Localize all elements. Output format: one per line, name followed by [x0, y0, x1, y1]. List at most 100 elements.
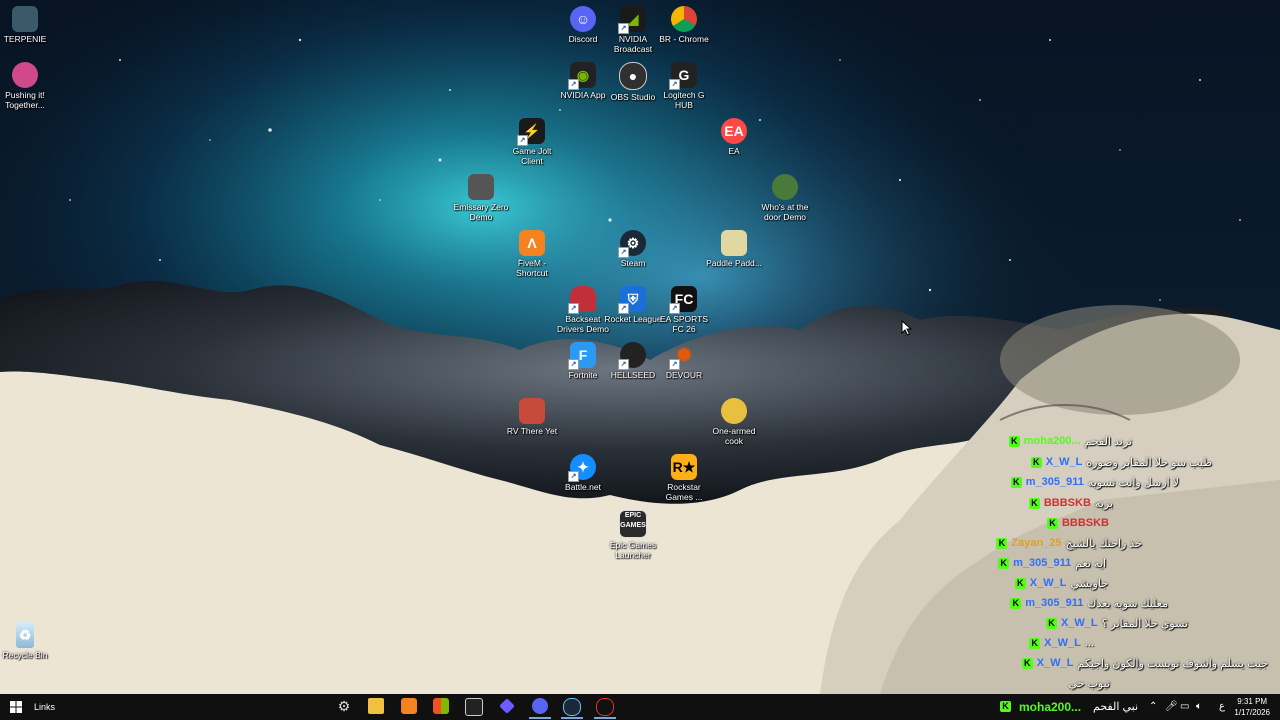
kick-badge-icon: K: [1014, 577, 1026, 589]
desktop-icon-epic-games[interactable]: EPIC GAMES Epic Games Launcher: [603, 510, 663, 560]
desktop-icon-pushing-it-together[interactable]: Pushing it! Together...: [0, 62, 55, 110]
taskbar-file-explorer-button[interactable]: [365, 697, 387, 719]
app-icon: [499, 698, 515, 714]
desktop-icon-terpenie[interactable]: TERPENIE: [0, 6, 55, 44]
nvidia-broadcast-icon: ◢ ↗: [618, 6, 646, 34]
chat-text: ترند الفحم: [1084, 435, 1132, 448]
desktop-icon-paddle-paddle[interactable]: Paddle Padd...: [704, 230, 764, 268]
shortcut-arrow-icon: ↗: [618, 247, 629, 258]
start-button[interactable]: [0, 694, 32, 720]
taskbar-capcut-button[interactable]: [463, 697, 485, 719]
battlenet-icon: ✦ ↗: [568, 454, 596, 482]
shortcut-arrow-icon: ↗: [568, 79, 579, 90]
gamejolt-icon: ⚡ ↗: [517, 118, 545, 146]
chat-text: تيوب حي: [1068, 677, 1110, 690]
desktop-icon-battle-net[interactable]: ✦ ↗ Battle.net: [553, 454, 613, 492]
desktop-icon-ea[interactable]: EA EA: [704, 118, 764, 156]
microphone-icon[interactable]: 🎤︎: [1165, 694, 1178, 720]
chat-text: معليك سويه بعدك: [1087, 597, 1168, 610]
volume-icon[interactable]: 🔈︎: [1196, 694, 1202, 720]
shortcut-arrow-icon: ↗: [568, 471, 579, 482]
recycle-bin-icon: ♻: [16, 622, 34, 648]
chat-text: جيت يسلم واشوف تويست والكون واجيكم: [1077, 657, 1268, 670]
taskbar-settings-button[interactable]: ⚙: [333, 697, 355, 719]
desktop-icon-emissary-zero[interactable]: Emissary Zero Demo: [451, 174, 511, 222]
desktop-icon-game-jolt[interactable]: ⚡ ↗ Game Jolt Client: [502, 118, 562, 166]
epic-icon: EPIC GAMES: [619, 510, 647, 538]
shortcut-arrow-icon: ↗: [669, 359, 680, 370]
network-icon[interactable]: ▭: [1180, 694, 1189, 720]
taskbar-steam-button[interactable]: [561, 697, 583, 719]
chat-username: BBBSKB: [1043, 497, 1091, 509]
taskbar-discord-button[interactable]: [529, 697, 551, 719]
desktop-icon-ea-sports-fc-26[interactable]: FC ↗ EA SPORTS FC 26: [654, 286, 714, 334]
chat-text: خذ راحتك يالشيخ: [1065, 537, 1142, 550]
discord-icon: ☺: [570, 6, 596, 32]
chat-message: K X_W_L طيب سو حلا المقابر وصوره: [1030, 453, 1212, 471]
chat-username: BBBSKB: [1061, 517, 1109, 529]
game-icon: [12, 62, 38, 88]
chat-message: K Zayan_25 خذ راحتك يالشيخ: [996, 534, 1142, 552]
chat-message: K BBBSKB بريه: [1028, 494, 1113, 512]
chat-text: طيب سو حلا المقابر وصوره: [1086, 456, 1212, 469]
links-toolbar[interactable]: Links: [34, 694, 55, 720]
devour-icon: ✺ ↗: [669, 342, 697, 370]
chat-message: K moha200... ترند الفحم: [1008, 432, 1132, 450]
shortcut-arrow-icon: ↗: [517, 135, 528, 146]
fortnite-icon: F ↗: [568, 342, 596, 370]
settings-icon: ⚙: [337, 698, 351, 714]
rockstar-icon: R★: [671, 454, 697, 480]
desktop-icon-br-chrome[interactable]: BR - Chrome: [654, 6, 714, 44]
chat-username: m_305_911: [1025, 597, 1084, 609]
tray-chat-username: moha200...: [1019, 700, 1082, 714]
chat-text: لا ارسل وانت تسويه: [1087, 476, 1179, 489]
system-clock[interactable]: 9:31 PM 1/17/2026: [1234, 696, 1270, 718]
desktop-icon-devour[interactable]: ✺ ↗ DEVOUR: [654, 342, 714, 380]
desktop-icon-rv-there-yet[interactable]: RV There Yet: [502, 398, 562, 436]
chat-text: ايه نعم: [1075, 557, 1106, 570]
kick-badge-icon: K: [1046, 517, 1058, 529]
capcut-icon: [465, 698, 483, 716]
game-icon: [721, 398, 747, 424]
chat-message: K m_305_911 لا ارسل وانت تسويه: [1010, 473, 1179, 491]
taskbar-app-button[interactable]: [496, 697, 518, 719]
desktop-icon-steam[interactable]: ⚙ ↗ Steam: [603, 230, 663, 268]
chat-username: X_W_L: [1036, 657, 1074, 669]
input-language-indicator[interactable]: ع: [1219, 694, 1225, 720]
obs-taskbar-icon: [596, 698, 614, 716]
obs-icon: ●: [619, 62, 647, 90]
ea-icon: EA: [721, 118, 747, 144]
desktop-icon-one-armed-cook[interactable]: One-armed cook: [704, 398, 764, 446]
taskbar-fivem-button[interactable]: [398, 697, 420, 719]
chat-username: X_W_L: [1060, 617, 1098, 629]
show-hidden-icons-button[interactable]: ⌃: [1149, 694, 1157, 720]
taskbar-store-button[interactable]: [430, 697, 452, 719]
game-icon: [721, 230, 747, 256]
fc-icon: FC ↗: [669, 286, 697, 314]
desktop-icon-logitech-g-hub[interactable]: G ↗ Logitech G HUB: [654, 62, 714, 110]
game-icon: [772, 174, 798, 200]
kick-badge-icon: K: [1029, 637, 1041, 649]
game-icon: ↗: [618, 342, 646, 370]
desktop-icon-whos-at-the-door[interactable]: Who's at the door Demo: [755, 174, 815, 222]
kick-badge-icon: K: [996, 537, 1008, 549]
shortcut-arrow-icon: ↗: [669, 303, 680, 314]
chat-text: جاويشي: [1070, 577, 1108, 590]
taskbar-obs-button[interactable]: [594, 697, 616, 719]
kick-badge-icon: K: [1008, 435, 1020, 447]
desktop-icon-fivem[interactable]: Λ FiveM - Shortcut: [502, 230, 562, 278]
app-icon: [12, 6, 38, 32]
shortcut-arrow-icon: ↗: [568, 303, 579, 314]
game-icon: ↗: [568, 286, 596, 314]
desktop-icon-recycle-bin[interactable]: ♻ Recycle Bin: [0, 622, 55, 660]
kick-badge-icon: K: [1045, 617, 1057, 629]
chat-text: تسوي حلا المقابر ؟: [1101, 617, 1188, 630]
chat-message: تيوب حي: [1069, 674, 1110, 692]
shortcut-arrow-icon: ↗: [618, 23, 629, 34]
chat-username: X_W_L: [1045, 456, 1083, 468]
chat-username: Zayan_25: [1011, 537, 1062, 549]
fivem-taskbar-icon: [401, 698, 417, 714]
desktop-icon-rockstar-games[interactable]: R★ Rockstar Games ...: [654, 454, 714, 502]
shortcut-arrow-icon: ↗: [618, 359, 629, 370]
chat-message: K X_W_L ...: [1029, 634, 1094, 652]
